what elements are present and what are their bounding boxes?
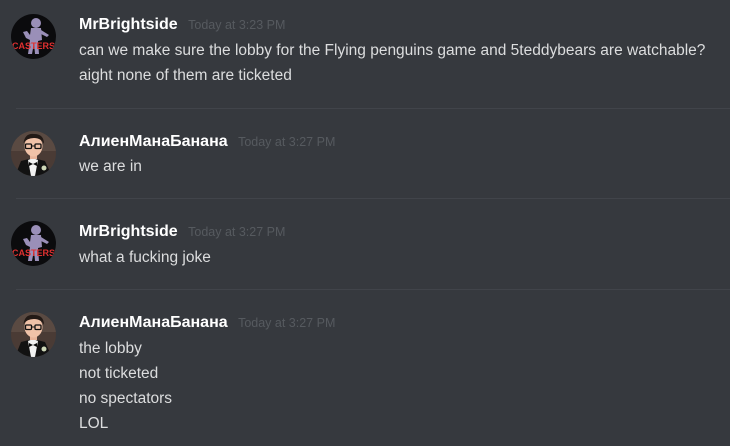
message-text: LOL xyxy=(79,415,109,432)
man-in-tuxedo-icon xyxy=(11,131,56,176)
message-body: we are in xyxy=(79,154,722,179)
man-in-tuxedo-icon xyxy=(11,312,56,357)
message-body: the lobby not ticketed no spectators LOL xyxy=(79,336,722,436)
username[interactable]: АлиенМанаБанана xyxy=(79,133,228,150)
message-text: aight none of them are ticketed xyxy=(79,67,292,84)
timestamp: Today at 3:27 PM xyxy=(238,135,336,149)
username[interactable]: MrBrightside xyxy=(79,223,178,240)
avatar[interactable] xyxy=(11,131,56,176)
message-divider xyxy=(16,198,730,199)
svg-text:CASTERS: CASTERS xyxy=(12,248,55,258)
message-text: the lobby xyxy=(79,340,142,357)
message-header: АлиенМанаБанана Today at 3:27 PM xyxy=(79,313,335,333)
username[interactable]: MrBrightside xyxy=(79,16,178,33)
message-header: АлиенМанаБанана Today at 3:27 PM xyxy=(79,132,335,152)
avatar[interactable]: CASTERS xyxy=(11,221,56,266)
message-header: MrBrightside Today at 3:23 PM xyxy=(79,15,285,35)
message-divider xyxy=(16,289,730,290)
username[interactable]: АлиенМанаБанана xyxy=(79,314,228,331)
timestamp: Today at 3:23 PM xyxy=(188,18,286,32)
message-body: can we make sure the lobby for the Flyin… xyxy=(79,38,722,88)
message-divider xyxy=(16,108,730,109)
message-body: what a fucking joke xyxy=(79,245,722,270)
message-header: MrBrightside Today at 3:27 PM xyxy=(79,222,285,242)
casters-avatar-icon: CASTERS xyxy=(11,14,56,59)
svg-text:CASTERS: CASTERS xyxy=(12,41,55,51)
casters-avatar-icon: CASTERS xyxy=(11,221,56,266)
timestamp: Today at 3:27 PM xyxy=(238,316,336,330)
message-text: no spectators xyxy=(79,390,173,407)
chat-message-list: CASTERS MrBrightside Today at 3:23 PM ca… xyxy=(0,0,730,446)
message-text: not ticketed xyxy=(79,365,159,382)
message-text: we are in xyxy=(79,158,142,175)
timestamp: Today at 3:27 PM xyxy=(188,225,286,239)
message-text: can we make sure the lobby for the Flyin… xyxy=(79,42,706,59)
message-text: what a fucking joke xyxy=(79,249,211,266)
avatar[interactable]: CASTERS xyxy=(11,14,56,59)
avatar[interactable] xyxy=(11,312,56,357)
